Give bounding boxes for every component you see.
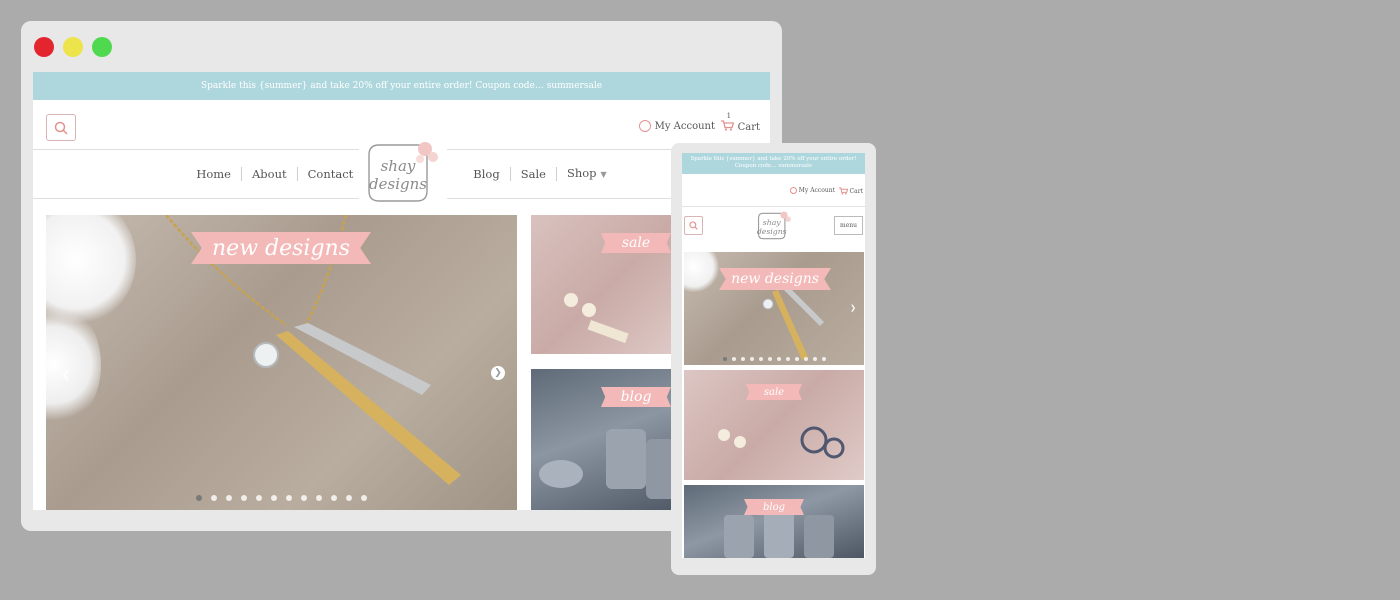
slider-dot[interactable]: [241, 495, 247, 501]
slider-dot[interactable]: [226, 495, 232, 501]
slider-dot[interactable]: [316, 495, 322, 501]
nav-item-home[interactable]: Home: [186, 167, 242, 181]
nav-item-shop[interactable]: Shop ▼: [557, 166, 617, 182]
slider-dot[interactable]: [749, 357, 754, 361]
slider-dot[interactable]: [301, 495, 307, 501]
tablet-site-logo[interactable]: shay designs: [754, 209, 794, 243]
slider-dot[interactable]: [211, 495, 217, 501]
window-maximize-button[interactable]: [92, 37, 112, 57]
slider-dot[interactable]: [740, 357, 745, 361]
slider-dot[interactable]: [812, 357, 817, 361]
tablet-new-designs-banner: new designs: [719, 268, 831, 290]
slider-dot[interactable]: [767, 357, 772, 361]
slider-dot[interactable]: [331, 495, 337, 501]
cart-label: Cart: [737, 121, 760, 133]
tablet-blog-tile[interactable]: blog: [684, 485, 864, 558]
nav-item-about[interactable]: About: [242, 167, 298, 181]
search-button[interactable]: [46, 114, 76, 141]
nav-item-blog[interactable]: Blog: [463, 167, 511, 181]
tablet-viewport: Sparkle this {summer} and take 20% off y…: [682, 153, 865, 558]
tablet-cart-label: Cart: [849, 187, 863, 195]
sale-tile[interactable]: sale: [531, 215, 691, 354]
blog-tile[interactable]: blog: [531, 369, 691, 510]
tablet-search-button[interactable]: [684, 216, 703, 235]
slider-pagination: [46, 495, 517, 501]
logo-graphic: shay designs: [368, 142, 438, 202]
promo-text: Sparkle this {summer} and take 20% off y…: [200, 81, 603, 91]
tablet-menu-label: menu: [840, 222, 857, 229]
arrow-left-icon[interactable]: ❮: [62, 370, 70, 381]
arrow-right-icon[interactable]: ❯: [491, 366, 505, 380]
slider-dot[interactable]: [758, 357, 763, 361]
slider-dot[interactable]: [361, 495, 367, 501]
logo-text-shay: shay: [763, 218, 782, 227]
desktop-viewport: Sparkle this {summer} and take 20% off y…: [33, 72, 770, 510]
tablet-menu-button[interactable]: menu: [834, 216, 863, 235]
cart-icon: [838, 187, 848, 195]
cart-icon: [720, 120, 734, 131]
chevron-down-icon: ▼: [600, 170, 607, 179]
tablet-blog-banner: blog: [744, 499, 804, 515]
tablet-cart-link[interactable]: Cart: [838, 187, 863, 195]
tablet-mockup: Sparkle this {summer} and take 20% off y…: [671, 143, 876, 575]
slider-dot[interactable]: [271, 495, 277, 501]
slider-dot[interactable]: [803, 357, 808, 361]
slider-dot[interactable]: [286, 495, 292, 501]
search-icon: [689, 221, 698, 230]
window-close-button[interactable]: [34, 37, 54, 57]
new-designs-banner: new designs: [191, 232, 371, 264]
slider-dot[interactable]: [785, 357, 790, 361]
slider-dot[interactable]: [821, 357, 826, 361]
tablet-slider-pagination: [684, 357, 864, 361]
nav-item-shop-label: Shop: [566, 166, 597, 180]
slider-dot[interactable]: [776, 357, 781, 361]
logo-text-designs: designs: [757, 227, 787, 236]
logo-text-designs: designs: [369, 175, 427, 193]
promo-bar: Sparkle this {summer} and take 20% off y…: [33, 72, 770, 100]
tablet-my-account-link[interactable]: My Account: [789, 187, 835, 194]
site-logo[interactable]: shay designs: [359, 137, 447, 209]
blog-stamps-image: [724, 511, 834, 558]
tablet-promo-bar: Sparkle this {summer} and take 20% off y…: [682, 153, 865, 174]
tablet-promo-text: Sparkle this {summer} and take 20% off y…: [690, 156, 857, 169]
nav-item-sale[interactable]: Sale: [511, 167, 557, 181]
hero-slider[interactable]: new designs ❮ ❯: [46, 215, 517, 510]
slider-dot[interactable]: [794, 357, 799, 361]
tablet-hero-slider[interactable]: new designs ❯: [684, 252, 864, 365]
tablet-utility-bar: My Account Cart: [682, 174, 865, 206]
account-icon: [789, 187, 797, 194]
tablet-sale-tile[interactable]: sale: [684, 370, 864, 480]
logo-text-shay: shay: [381, 157, 416, 175]
main-navigation: Home About Contact Blog Sale Shop▼ shay: [33, 137, 770, 209]
slider-dot[interactable]: [346, 495, 352, 501]
tablet-sale-banner: sale: [746, 384, 802, 400]
account-icon: [638, 120, 651, 132]
blog-banner: blog: [601, 387, 671, 407]
my-account-label: My Account: [654, 120, 715, 132]
cart-link[interactable]: 1 Cart: [720, 112, 760, 134]
slider-dot[interactable]: [196, 495, 202, 501]
window-minimize-button[interactable]: [63, 37, 83, 57]
tablet-header: shay designs menu: [682, 206, 865, 250]
cart-count-badge: 1: [726, 112, 732, 120]
logo-graphic: shay designs: [757, 211, 791, 240]
my-account-link[interactable]: My Account: [638, 120, 715, 132]
arrow-right-icon[interactable]: ❯: [850, 304, 856, 312]
search-icon: [54, 121, 68, 135]
slider-dot[interactable]: [256, 495, 262, 501]
slider-dot[interactable]: [722, 357, 727, 361]
slider-dot[interactable]: [731, 357, 736, 361]
sale-banner: sale: [601, 233, 671, 253]
tablet-my-account-label: My Account: [798, 187, 835, 194]
nav-item-contact[interactable]: Contact: [298, 167, 364, 181]
desktop-browser-mockup: Sparkle this {summer} and take 20% off y…: [21, 21, 782, 531]
